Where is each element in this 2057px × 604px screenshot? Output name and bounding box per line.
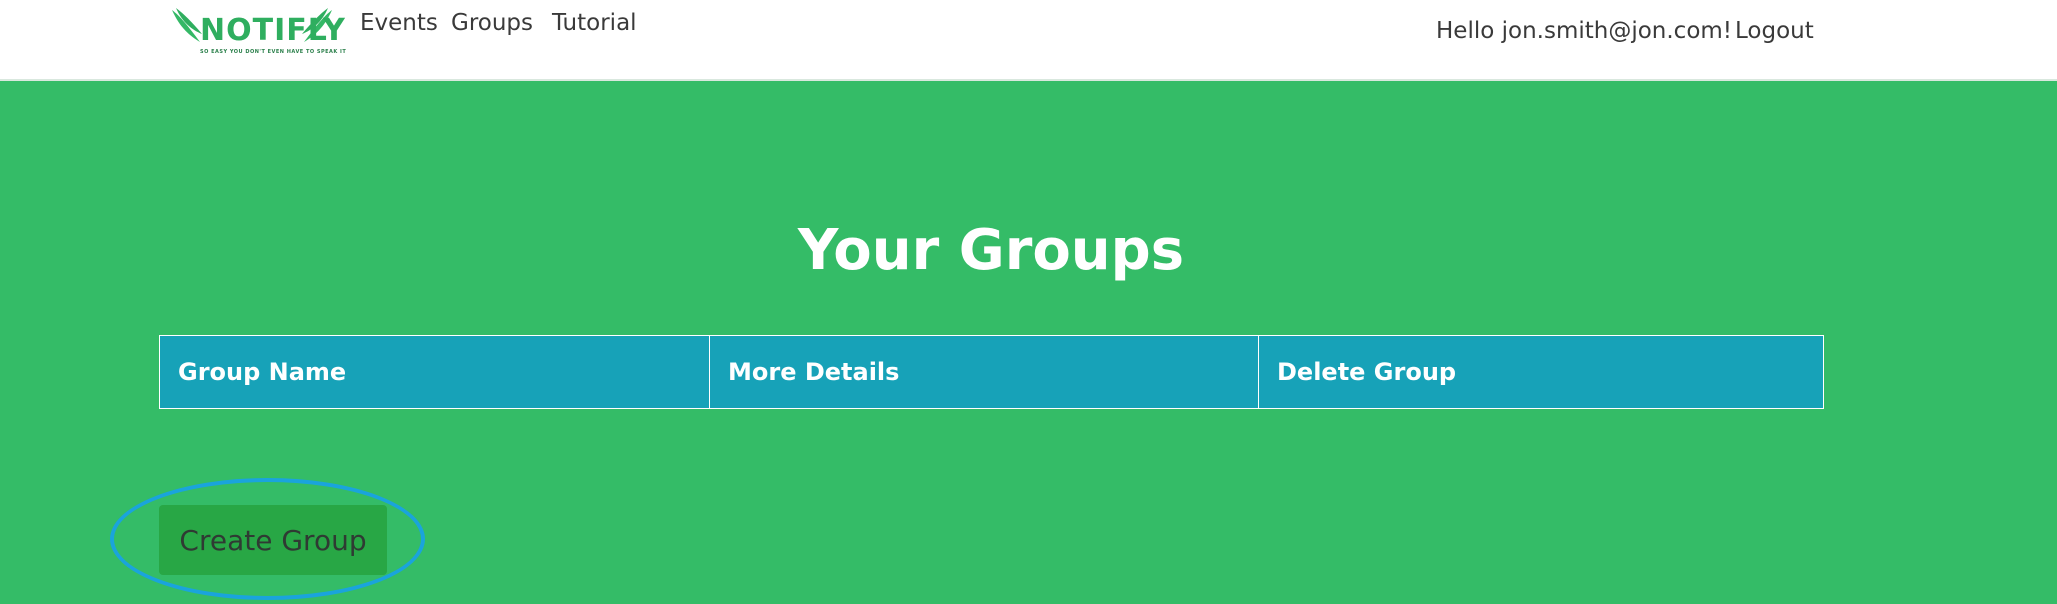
groups-table: Group Name More Details Delete Group <box>159 335 1824 409</box>
logo-text: NOTIFLY <box>200 13 346 48</box>
nav-link-events[interactable]: Events <box>360 10 438 36</box>
table-header-row: Group Name More Details Delete Group <box>159 335 1824 409</box>
logo-tagline: SO EASY YOU DON'T EVEN HAVE TO SPEAK IT <box>200 49 347 55</box>
nav-link-groups[interactable]: Groups <box>451 10 533 36</box>
nav-link-tutorial[interactable]: Tutorial <box>552 10 637 36</box>
column-header-group-name: Group Name <box>159 335 710 409</box>
top-navbar: NOTIFLY SO EASY YOU DON'T EVEN HAVE TO S… <box>0 0 2057 81</box>
page-title: Your Groups <box>797 217 1185 283</box>
column-header-more-details: More Details <box>709 335 1259 409</box>
logout-link[interactable]: Logout <box>1735 18 1814 44</box>
notifly-logo[interactable]: NOTIFLY SO EASY YOU DON'T EVEN HAVE TO S… <box>170 6 346 56</box>
user-greeting: Hello jon.smith@jon.com! <box>1436 18 1733 44</box>
column-header-delete-group: Delete Group <box>1258 335 1824 409</box>
create-group-button[interactable]: Create Group <box>159 505 387 575</box>
